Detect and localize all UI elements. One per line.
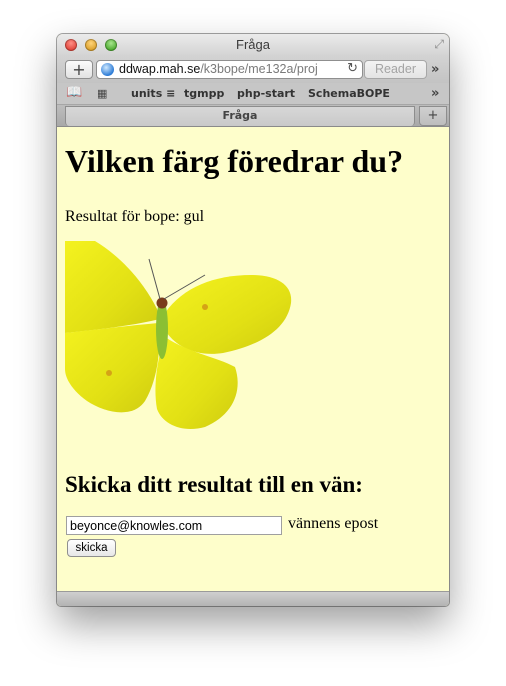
browser-window: Fråga ⤢ + ddwap.mah.se/k3bope/me132a/pro… xyxy=(57,34,449,606)
browser-toolbar: + ddwap.mah.se/k3bope/me132a/proj ↻ Read… xyxy=(57,56,449,83)
url-text: ddwap.mah.se/k3bope/me132a/proj xyxy=(119,62,318,77)
bookmark-php-start[interactable]: php-start xyxy=(237,87,295,100)
reader-button[interactable]: Reader xyxy=(364,60,427,79)
window-title: Fråga xyxy=(236,37,270,52)
page-content: Vilken färg föredrar du? Resultat för bo… xyxy=(57,127,449,591)
friend-email-label: vännens epost xyxy=(288,515,379,532)
bookmarks-bar: 📖 ▦ units ≡ tgmpp php-start SchemaBOPE » xyxy=(57,83,449,105)
send-button[interactable]: skicka xyxy=(67,539,116,557)
reload-icon[interactable]: ↻ xyxy=(347,61,358,76)
friend-email-input[interactable] xyxy=(66,516,282,535)
butterfly-image xyxy=(65,241,292,429)
globe-icon xyxy=(101,63,114,76)
bookmarks-overflow-icon[interactable]: » xyxy=(431,86,439,101)
fullscreen-icon[interactable]: ⤢ xyxy=(434,37,444,52)
add-bookmark-button[interactable]: + xyxy=(65,60,93,79)
title-bar: Fråga ⤢ xyxy=(57,34,449,56)
address-bar[interactable]: ddwap.mah.se/k3bope/me132a/proj ↻ xyxy=(96,60,363,79)
status-bar xyxy=(57,591,449,606)
tab-fraga[interactable]: Fråga xyxy=(65,106,415,126)
page-heading: Vilken färg föredrar du? xyxy=(65,143,404,179)
bookmark-schemabope[interactable]: SchemaBOPE xyxy=(308,87,390,100)
tab-bar: Fråga + xyxy=(57,105,449,127)
send-heading: Skicka ditt resultat till en vän: xyxy=(65,472,363,497)
toolbar-overflow-icon[interactable]: » xyxy=(431,62,439,77)
top-sites-icon[interactable]: ▦ xyxy=(97,87,107,100)
bookmark-units[interactable]: units ≡ xyxy=(131,87,175,100)
url-path: /k3bope/me132a/proj xyxy=(200,62,318,76)
url-domain: ddwap.mah.se xyxy=(119,62,201,76)
result-text: Resultat för bope: gul xyxy=(65,208,205,225)
new-tab-button[interactable]: + xyxy=(419,106,447,126)
reading-list-icon[interactable]: 📖 xyxy=(66,85,82,100)
bookmark-tgmpp[interactable]: tgmpp xyxy=(184,87,224,100)
